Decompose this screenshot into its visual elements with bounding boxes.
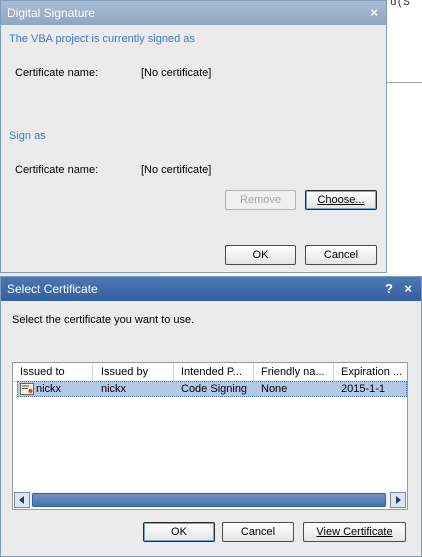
certificate-icon <box>20 383 34 395</box>
certificate-name-label: Certificate name: <box>15 164 99 176</box>
list-header: Issued to Issued by Intended P... Friend… <box>13 363 407 382</box>
column-intended-purposes[interactable]: Intended P... <box>174 363 254 381</box>
remove-button[interactable]: Remove <box>225 190 296 210</box>
cell-issued-to: nickx <box>36 383 62 395</box>
cell-intended-purposes: Code Signing <box>181 383 248 395</box>
chevron-right-icon <box>396 496 401 504</box>
close-icon[interactable]: × <box>404 277 412 301</box>
certificate-name-value: [No certificate] <box>141 164 212 176</box>
choose-label: Choose... <box>317 194 365 206</box>
select-certificate-titlebar: Select Certificate ? × <box>1 277 421 301</box>
ok-button[interactable]: OK <box>143 522 215 542</box>
close-icon[interactable]: × <box>370 1 378 25</box>
view-certificate-button[interactable]: View Certificate <box>303 522 406 542</box>
ok-button[interactable]: OK <box>225 245 296 265</box>
column-friendly-name[interactable]: Friendly na... <box>254 363 334 381</box>
scroll-right-button[interactable] <box>390 492 406 508</box>
code-snippet: d(S <box>390 0 410 9</box>
digital-signature-titlebar: Digital Signature × <box>1 1 386 25</box>
dialog-title: Digital Signature <box>7 6 96 20</box>
column-issued-by[interactable]: Issued by <box>94 363 174 381</box>
help-icon[interactable]: ? <box>385 277 393 301</box>
instruction-text: Select the certificate you want to use. <box>12 314 195 326</box>
cancel-button[interactable]: Cancel <box>305 245 377 265</box>
editor-divider <box>386 82 422 83</box>
horizontal-scrollbar[interactable] <box>14 492 406 508</box>
column-issued-to[interactable]: Issued to <box>13 363 93 381</box>
cell-friendly-name: None <box>261 383 288 395</box>
column-expiration[interactable]: Expiration ... <box>334 363 407 381</box>
certificate-list[interactable]: Issued to Issued by Intended P... Friend… <box>12 362 408 510</box>
certificate-name-label: Certificate name: <box>15 67 99 79</box>
signed-as-heading: The VBA project is currently signed as <box>9 33 195 45</box>
cancel-button[interactable]: Cancel <box>222 522 294 542</box>
view-certificate-label: View Certificate <box>316 526 393 538</box>
dialog-title: Select Certificate <box>7 282 98 296</box>
cell-expiration: 2015-1-1 <box>341 383 386 395</box>
cell-issued-by: nickx <box>101 383 127 395</box>
code-editor-background <box>386 0 422 276</box>
certificate-name-value: [No certificate] <box>141 67 212 79</box>
scroll-thumb[interactable] <box>32 493 386 507</box>
choose-button[interactable]: Choose... <box>305 190 377 210</box>
digital-signature-dialog: Digital Signature × The VBA project is c… <box>0 0 387 273</box>
scroll-left-button[interactable] <box>14 492 30 508</box>
chevron-left-icon <box>19 496 24 504</box>
sign-as-heading: Sign as <box>9 130 46 142</box>
table-row[interactable]: nickx nickx Code Signing None 2015-1-1 <box>17 381 407 397</box>
